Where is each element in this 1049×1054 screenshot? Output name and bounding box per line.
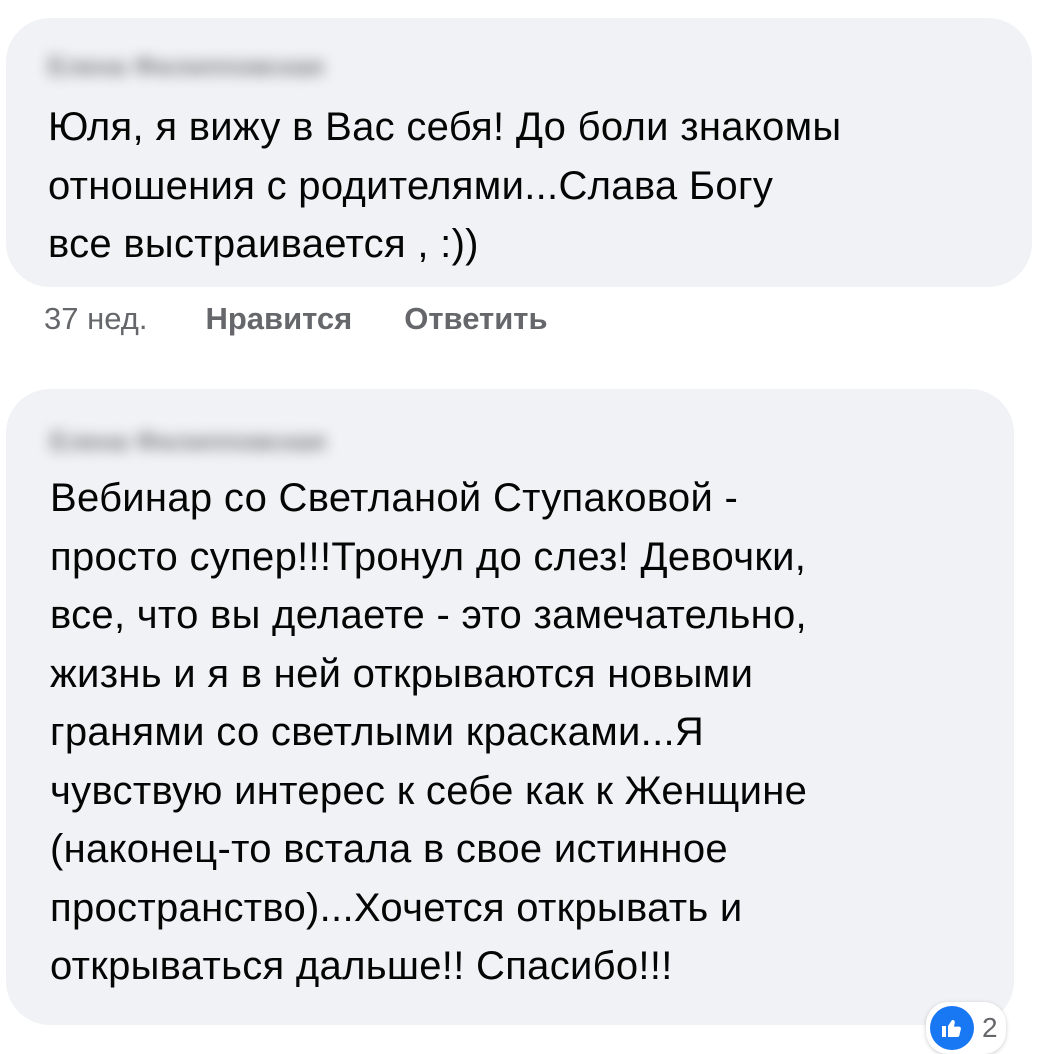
comment-author-name[interactable]: Елена Филипповская <box>50 423 984 459</box>
comment-text: Юля, я вижу в Вас себя! До боли знакомы … <box>48 105 842 266</box>
comment-actions: 37 нед. Нравится Ответить <box>44 294 600 344</box>
reply-button[interactable]: Ответить <box>404 301 547 337</box>
like-button[interactable]: Нравится <box>205 301 352 337</box>
reaction-count: 2 <box>982 1012 998 1043</box>
thumbs-up-icon <box>930 1006 974 1050</box>
comment-timestamp[interactable]: 37 нед. <box>44 301 147 337</box>
comment-text: Вебинар со Светланой Ступаковой - просто… <box>50 476 808 988</box>
reaction-summary[interactable]: 2 <box>926 1002 1006 1054</box>
comment-bubble: Елена Филипповская Вебинар со Светланой … <box>6 389 1014 1025</box>
comment-bubble: Елена Филипповская Юля, я вижу в Вас себ… <box>6 18 1032 287</box>
comment-author-name[interactable]: Елена Филипповская <box>48 48 1002 84</box>
